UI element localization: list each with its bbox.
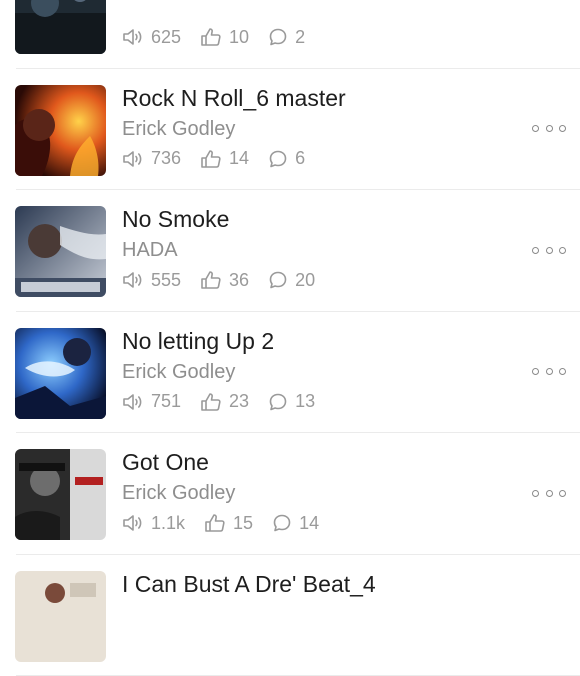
track-artwork[interactable] [15, 206, 106, 297]
track-title[interactable]: No Smoke [122, 204, 229, 234]
comment-bubble-icon[interactable] [268, 149, 295, 169]
plays-count: 751 [151, 391, 181, 412]
speaker-icon [122, 513, 151, 533]
comments-count: 14 [299, 513, 319, 534]
track-title[interactable]: I Can Bust A Dre' Beat_4 [122, 569, 376, 599]
speaker-icon [122, 27, 151, 47]
track-row[interactable]: Got One Erick Godley 1.1k 15 14 [0, 433, 580, 555]
track-artwork[interactable] [15, 85, 106, 176]
track-artwork[interactable] [15, 0, 106, 54]
comments-stat[interactable]: 14 [272, 513, 319, 534]
track-stats: 736 14 6 [122, 146, 324, 172]
comment-bubble-icon[interactable] [268, 27, 295, 47]
plays-count: 625 [151, 27, 181, 48]
comments-count: 6 [295, 148, 305, 169]
more-options-icon[interactable] [532, 119, 566, 139]
thumbs-up-icon[interactable] [200, 392, 229, 412]
plays-stat: 555 [122, 270, 181, 291]
thumbs-up-icon[interactable] [200, 149, 229, 169]
track-row[interactable]: No Smoke HADA 555 36 20 [0, 190, 580, 312]
plays-count: 555 [151, 270, 181, 291]
more-options-icon[interactable] [532, 362, 566, 382]
track-stats: 751 23 13 [122, 389, 334, 415]
track-artist[interactable]: Erick Godley [122, 359, 235, 385]
thumbs-up-icon[interactable] [204, 513, 233, 533]
comments-count: 13 [295, 391, 315, 412]
likes-stat[interactable]: 15 [204, 513, 253, 534]
track-stats: 555 36 20 [122, 267, 334, 293]
speaker-icon [122, 270, 151, 290]
track-row[interactable]: Rock N Roll_6 master Erick Godley 736 14 6 [0, 69, 580, 191]
likes-stat[interactable]: 14 [200, 148, 249, 169]
plays-count: 1.1k [151, 513, 185, 534]
track-artwork[interactable] [15, 571, 106, 662]
comments-count: 20 [295, 270, 315, 291]
likes-count: 15 [233, 513, 253, 534]
comment-bubble-icon[interactable] [272, 513, 299, 533]
likes-count: 23 [229, 391, 249, 412]
comment-bubble-icon[interactable] [268, 270, 295, 290]
comments-stat[interactable]: 6 [268, 148, 305, 169]
more-options-icon[interactable] [532, 483, 566, 503]
track-title[interactable]: Got One [122, 447, 209, 477]
track-artwork[interactable] [15, 328, 106, 419]
likes-stat[interactable]: 36 [200, 270, 249, 291]
comments-count: 2 [295, 27, 305, 48]
plays-stat: 625 [122, 27, 181, 48]
track-title[interactable]: No letting Up 2 [122, 326, 274, 356]
comments-stat[interactable]: 2 [268, 27, 305, 48]
track-row[interactable]: I Can Bust A Dre' Beat_4 [0, 555, 580, 676]
track-list: 625 10 2 Rock N Roll_6 master Erick Godley 73… [0, 0, 580, 676]
track-stats: 625 10 2 [122, 24, 324, 50]
track-stats: 1.1k 15 14 [122, 510, 338, 536]
plays-stat: 736 [122, 148, 181, 169]
comment-bubble-icon[interactable] [268, 392, 295, 412]
track-artwork[interactable] [15, 449, 106, 540]
thumbs-up-icon[interactable] [200, 27, 229, 47]
speaker-icon [122, 392, 151, 412]
comments-stat[interactable]: 20 [268, 270, 315, 291]
more-options-icon[interactable] [532, 240, 566, 260]
track-artist[interactable]: Erick Godley [122, 116, 235, 142]
likes-count: 36 [229, 270, 249, 291]
likes-stat[interactable]: 23 [200, 391, 249, 412]
plays-stat: 1.1k [122, 513, 185, 534]
comments-stat[interactable]: 13 [268, 391, 315, 412]
track-row[interactable]: No letting Up 2 Erick Godley 751 23 13 [0, 312, 580, 434]
likes-stat[interactable]: 10 [200, 27, 249, 48]
speaker-icon [122, 149, 151, 169]
track-row[interactable]: 625 10 2 [0, 0, 580, 69]
likes-count: 10 [229, 27, 249, 48]
plays-count: 736 [151, 148, 181, 169]
likes-count: 14 [229, 148, 249, 169]
thumbs-up-icon[interactable] [200, 270, 229, 290]
track-title[interactable]: Rock N Roll_6 master [122, 83, 346, 113]
plays-stat: 751 [122, 391, 181, 412]
track-artist[interactable]: HADA [122, 237, 178, 263]
track-artist[interactable]: Erick Godley [122, 480, 235, 506]
